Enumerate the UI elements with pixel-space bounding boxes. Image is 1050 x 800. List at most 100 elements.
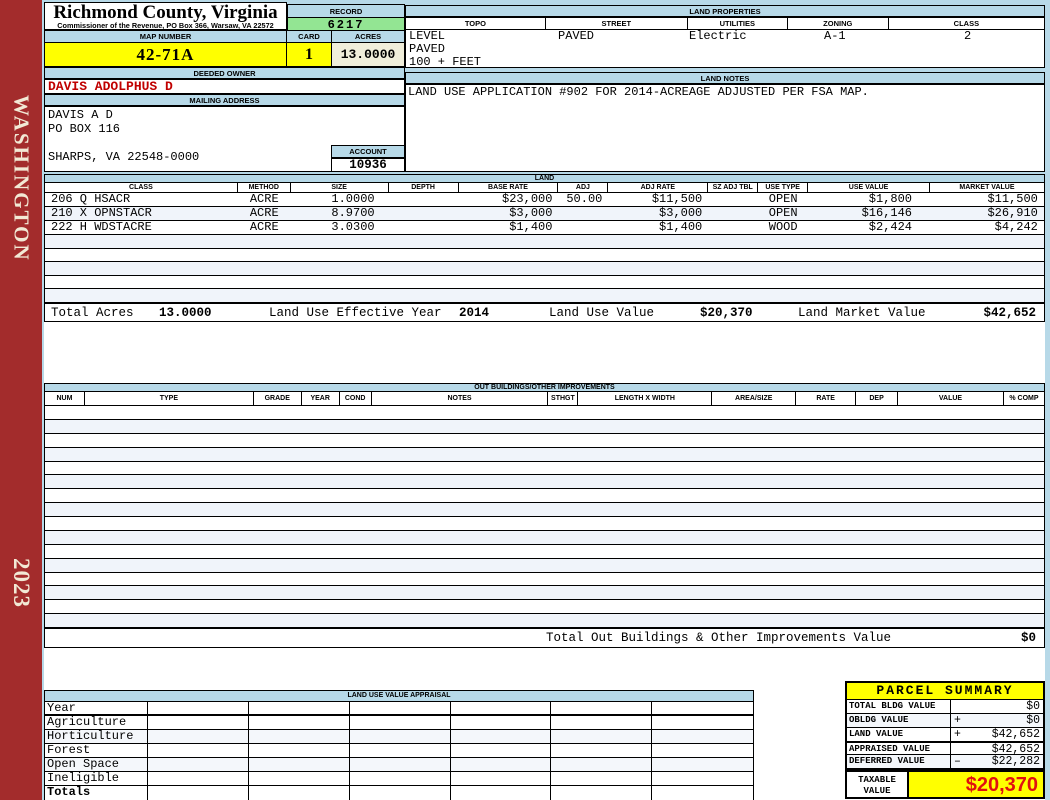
out-buildings-total-label: Total Out Buildings & Other Improvements… (546, 631, 892, 645)
cell (249, 758, 350, 771)
appraisal-row-ineligible: Ineligible (45, 772, 753, 786)
cell-use-type: OPEN (768, 193, 798, 206)
cell (350, 786, 451, 800)
land-title: LAND (44, 174, 1045, 183)
out-buildings-total-row: Total Out Buildings & Other Improvements… (44, 628, 1045, 648)
sidebar: WASHINGTON 2023 (0, 0, 42, 800)
col-comp: % COMP (1003, 392, 1044, 406)
sidebar-county-label: WASHINGTON (9, 95, 34, 262)
cell (148, 772, 250, 785)
cell-use-value: $1,800 (868, 193, 913, 206)
county-title: Richmond County, Virginia (53, 2, 278, 23)
mailing-line-2: PO BOX 116 (48, 122, 121, 136)
map-number-value: 42-71A (44, 42, 287, 67)
cell-class: 222 H WDSTACRE (51, 221, 152, 234)
land-totals-row: Total Acres 13.0000 Land Use Effective Y… (44, 302, 1045, 322)
cell (350, 758, 451, 771)
empty-row (45, 530, 1044, 545)
row-value: $22,282 (991, 755, 1040, 768)
cell (451, 730, 552, 743)
summary-row-taxable: TAXABLE VALUE $20,370 (847, 769, 1043, 797)
street-value: PAVED (558, 29, 595, 43)
mailing-address-label: MAILING ADDRESS (44, 94, 405, 106)
land-use-appraisal-title: LAND USE VALUE APPRAISAL (45, 691, 753, 702)
sign (951, 700, 964, 713)
cell (249, 786, 350, 800)
cell (451, 702, 552, 714)
out-buildings-total-value: $0 (1020, 631, 1036, 645)
col-grade: GRADE (253, 392, 302, 406)
cell-class: 210 X OPNSTACR (51, 207, 152, 220)
col-method: METHOD (237, 183, 291, 193)
land-use-value: $20,370 (700, 305, 753, 320)
cell-method: ACRE (249, 207, 279, 220)
cell-sz-adj-tbl (708, 207, 758, 220)
summary-row-obldg: OBLDG VALUE + $0 (847, 714, 1043, 728)
row-value: $0 (1026, 700, 1040, 713)
mailing-line-1: DAVIS A D (48, 108, 113, 122)
row-label: LAND VALUE (847, 728, 951, 741)
row-label: Forest (45, 744, 149, 757)
cell (249, 744, 350, 757)
empty-row (45, 614, 1044, 628)
cell-base-rate: $1,400 (509, 221, 553, 234)
col-base-rate: BASE RATE (458, 183, 559, 193)
cell-base-rate: $23,000 (502, 193, 553, 206)
col-year: YEAR (301, 392, 340, 406)
row-label: APPRAISED VALUE (847, 743, 951, 754)
total-acres-value: 13.0000 (159, 305, 212, 320)
cell-use-value: $2,424 (868, 221, 913, 234)
cell (148, 758, 250, 771)
col-market-value: MARKET VALUE (930, 183, 1044, 193)
col-sthgt: STHGT (548, 392, 579, 406)
land-row-3: 222 H WDSTACRE ACRE 3.0300 $1,400 $1,400… (45, 221, 1044, 235)
sidebar-year-label: 2023 (9, 558, 34, 608)
county-header: Richmond County, Virginia Commissioner o… (44, 2, 287, 30)
cell (350, 744, 451, 757)
out-buildings-title: OUT BUILDINGS/OTHER IMPROVEMENTS (44, 383, 1045, 392)
cell (652, 716, 753, 729)
land-notes-text: LAND USE APPLICATION #902 FOR 2014-ACREA… (405, 84, 1045, 172)
cell-market-value: $11,500 (987, 193, 1038, 206)
sign (951, 743, 964, 754)
cell-adj (558, 207, 608, 220)
cell-market-value: $26,910 (987, 207, 1038, 220)
cell-market-value: $4,242 (994, 221, 1038, 234)
cell-size: 1.0000 (331, 193, 375, 206)
appraisal-row-year: Year (45, 702, 753, 716)
col-depth: DEPTH (388, 183, 459, 193)
empty-row (45, 262, 1044, 276)
land-row-2: 210 X OPNSTACR ACRE 8.9700 $3,000 $3,000… (45, 207, 1044, 221)
row-label: Horticulture (45, 730, 149, 743)
cell (451, 786, 552, 800)
row-value: $42,652 (991, 728, 1040, 741)
summary-row-appraised: APPRAISED VALUE $42,652 (847, 741, 1043, 756)
cell (249, 730, 350, 743)
col-type: TYPE (84, 392, 254, 406)
cell (551, 758, 653, 771)
col-area-size: AREA/SIZE (712, 392, 797, 406)
col-cond: COND (339, 392, 372, 406)
col-notes: NOTES (371, 392, 549, 406)
col-use-value: USE VALUE (808, 183, 931, 193)
cell (652, 786, 753, 800)
acres-value: 13.0000 (331, 42, 405, 67)
empty-row (45, 517, 1044, 531)
land-market-value: $42,652 (983, 305, 1036, 320)
cell-class: 206 Q HSACR (51, 193, 131, 206)
sign: – (954, 755, 961, 768)
account-label: ACCOUNT (331, 145, 405, 158)
cell (451, 772, 552, 785)
appraisal-row-totals: Totals (45, 786, 753, 800)
sign: + (954, 714, 961, 727)
cell (451, 716, 552, 729)
cell (551, 772, 653, 785)
row-label: DEFERRED VALUE (847, 755, 951, 768)
col-dep: DEP (856, 392, 899, 406)
summary-row-deferred: DEFERRED VALUE – $22,282 (847, 755, 1043, 769)
empty-row (45, 406, 1044, 420)
parcel-summary: PARCEL SUMMARY TOTAL BLDG VALUE $0 OBLDG… (845, 681, 1045, 799)
col-size: SIZE (290, 183, 389, 193)
cell (249, 716, 350, 729)
topo-value-2: PAVED (409, 42, 446, 56)
